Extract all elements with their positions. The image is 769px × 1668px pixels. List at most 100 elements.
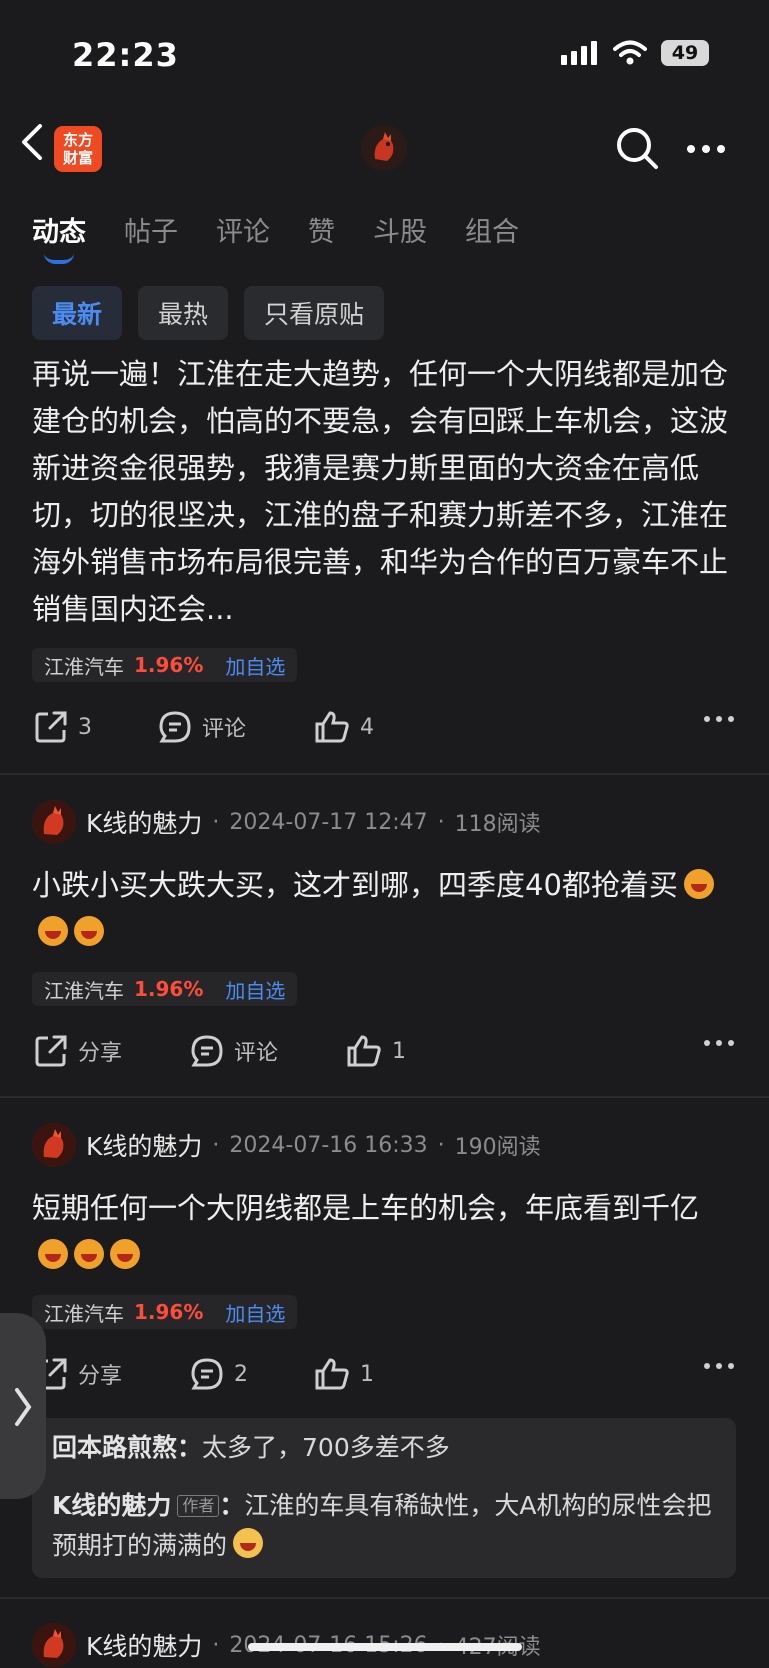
post-text-body: 小跌小买大跌大买，这才到哪，四季度40都抢着买 xyxy=(32,868,678,902)
tab-likes[interactable]: 赞 xyxy=(308,210,335,249)
author-badge: 作者 xyxy=(177,1495,220,1517)
post-text[interactable]: 再说一遍！江淮在走大趋势，任何一个大阴线都是加仓建仓的机会，怕高的不要急，会有回… xyxy=(32,351,732,633)
side-drawer-handle[interactable] xyxy=(0,1313,46,1499)
post-text[interactable]: 短期任何一个大阴线都是上车的机会，年底看到千亿 xyxy=(32,1185,732,1279)
post-more-icon[interactable] xyxy=(704,1040,734,1046)
filter-original-only[interactable]: 只看原贴 xyxy=(244,286,385,340)
stock-name: 江淮汽车 xyxy=(44,1301,124,1326)
laugh-emoji-icon xyxy=(38,916,68,946)
add-watchlist-button[interactable]: 加自选 xyxy=(225,1298,285,1327)
like-icon xyxy=(347,1035,381,1067)
stock-tag[interactable]: 江淮汽车 1.96% 加自选 xyxy=(32,648,298,682)
post-actions: 3 评论 4 xyxy=(34,710,734,750)
post-author[interactable]: K线的魅力 · 2024-07-17 12:47 · 118阅读 xyxy=(32,799,541,845)
status-time: 22:23 xyxy=(72,36,179,74)
share-label: 分享 xyxy=(78,1041,123,1066)
filter-latest[interactable]: 最新 xyxy=(32,286,123,340)
like-count: 1 xyxy=(392,1038,406,1064)
like-button[interactable]: 1 xyxy=(346,1034,406,1068)
share-button[interactable]: 3 xyxy=(34,710,92,744)
author-name[interactable]: K线的魅力 xyxy=(86,1127,202,1163)
brand-logo[interactable]: 东方 财富 xyxy=(54,126,102,172)
author-avatar[interactable] xyxy=(32,800,76,844)
share-icon xyxy=(35,1035,67,1067)
post-date: 2024-07-17 12:47 xyxy=(229,809,428,835)
reply-preview[interactable]: 回本路煎熬：太多了，700多差不多 K线的魅力 作者 ：江淮的车具有稀缺性，大A机构… xyxy=(32,1418,736,1578)
user-avatar[interactable] xyxy=(361,125,407,171)
like-button[interactable]: 4 xyxy=(314,710,374,744)
author-name[interactable]: K线的魅力 xyxy=(86,804,202,840)
share-button[interactable]: 分享 xyxy=(34,1034,122,1068)
like-button[interactable]: 1 xyxy=(314,1357,374,1391)
stock-tag[interactable]: 江淮汽车 1.96% 加自选 xyxy=(32,1295,298,1329)
comment-button[interactable]: 评论 xyxy=(190,1034,278,1068)
battery-indicator: 49 xyxy=(661,40,709,66)
search-icon[interactable] xyxy=(614,125,660,171)
reply-author[interactable]: K线的魅力 xyxy=(52,1491,171,1520)
filter-chips: 最新 最热 只看原贴 xyxy=(32,286,385,340)
post-author[interactable]: K线的魅力 · 2024-07-16 16:33 · 190阅读 xyxy=(32,1122,541,1168)
tab-dynamic[interactable]: 动态 xyxy=(32,210,86,249)
like-icon xyxy=(315,711,349,743)
share-count: 3 xyxy=(78,714,92,740)
post-actions: 分享 评论 1 xyxy=(34,1034,734,1074)
rooster-avatar-icon xyxy=(32,1123,76,1167)
comment-label: 评论 xyxy=(234,1041,279,1066)
tab-portfolio[interactable]: 组合 xyxy=(465,210,519,249)
stock-name: 江淮汽车 xyxy=(44,978,124,1003)
comment-icon xyxy=(191,1035,223,1067)
post-actions: 分享 2 1 xyxy=(34,1357,734,1397)
share-button[interactable]: 分享 xyxy=(34,1357,122,1391)
post-text[interactable]: 小跌小买大跌大买，这才到哪，四季度40都抢着买 xyxy=(32,862,732,956)
author-avatar[interactable] xyxy=(32,1123,76,1167)
rooster-avatar-icon xyxy=(361,125,407,171)
post-more-icon[interactable] xyxy=(704,716,734,722)
post-more-icon[interactable] xyxy=(704,1363,734,1369)
dog-emoji-icon xyxy=(233,1528,264,1558)
post-text-body: 短期任何一个大阴线都是上车的机会，年底看到千亿 xyxy=(32,1191,700,1225)
author-avatar[interactable] xyxy=(32,1623,76,1667)
more-icon[interactable] xyxy=(686,144,726,154)
share-label: 分享 xyxy=(78,1364,123,1389)
share-icon xyxy=(35,711,67,743)
signal-icon xyxy=(561,41,597,65)
divider xyxy=(0,773,769,775)
stock-change: 1.96% xyxy=(134,1300,204,1324)
comment-count: 2 xyxy=(234,1361,248,1387)
comment-icon xyxy=(191,1358,223,1390)
rooster-avatar-icon xyxy=(32,1623,76,1667)
profile-tabs: 动态 帖子 评论 赞 斗股 组合 xyxy=(32,210,557,249)
stock-tag[interactable]: 江淮汽车 1.96% 加自选 xyxy=(32,972,298,1006)
rooster-avatar-icon xyxy=(32,800,76,844)
home-indicator[interactable] xyxy=(248,1643,522,1651)
reply-text: 太多了，700多差不多 xyxy=(202,1433,450,1462)
tab-active-indicator xyxy=(44,253,74,264)
chevron-right-icon xyxy=(15,1388,32,1426)
add-watchlist-button[interactable]: 加自选 xyxy=(225,975,285,1004)
comment-button[interactable]: 评论 xyxy=(158,710,246,744)
laugh-emoji-icon xyxy=(74,916,104,946)
tab-comments[interactable]: 评论 xyxy=(216,210,270,249)
status-icons: 49 xyxy=(561,40,709,66)
reply-item[interactable]: 回本路煎熬：太多了，700多差不多 xyxy=(52,1428,712,1468)
back-icon[interactable] xyxy=(20,124,44,160)
comment-button[interactable]: 2 xyxy=(190,1357,248,1391)
filter-hot[interactable]: 最热 xyxy=(138,286,229,340)
stock-change: 1.96% xyxy=(134,977,204,1001)
comment-icon xyxy=(159,711,191,743)
laugh-emoji-icon xyxy=(110,1239,140,1269)
like-count: 1 xyxy=(360,1361,374,1387)
add-watchlist-button[interactable]: 加自选 xyxy=(225,651,285,680)
divider xyxy=(0,1096,769,1098)
tab-stock-battle[interactable]: 斗股 xyxy=(373,210,427,249)
tab-posts[interactable]: 帖子 xyxy=(124,210,178,249)
comment-label: 评论 xyxy=(202,717,247,742)
laugh-emoji-icon xyxy=(38,1239,68,1269)
like-count: 4 xyxy=(360,714,374,740)
post-date: 2024-07-16 16:33 xyxy=(229,1132,428,1158)
reply-item[interactable]: K线的魅力 作者 ：江淮的车具有稀缺性，大A机构的尿性会把预期打的满满的 xyxy=(52,1486,712,1566)
reply-author[interactable]: 回本路煎熬 xyxy=(52,1433,177,1462)
stock-change: 1.96% xyxy=(134,653,204,677)
author-name[interactable]: K线的魅力 xyxy=(86,1627,202,1663)
laugh-emoji-icon xyxy=(683,869,714,899)
